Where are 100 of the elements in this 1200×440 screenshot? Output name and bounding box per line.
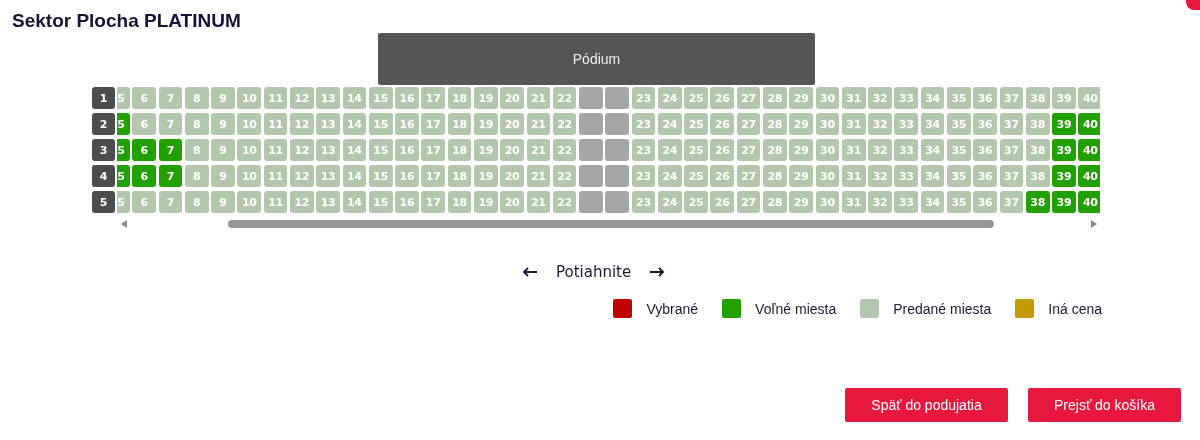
seat: 25: [684, 87, 708, 109]
seat: 20: [500, 87, 524, 109]
stage-podium: Pódium: [378, 33, 815, 85]
seat: 30: [815, 113, 840, 135]
seat: 32: [868, 165, 892, 187]
aisle-block: [579, 191, 603, 213]
seat[interactable]: 40: [1078, 139, 1100, 161]
scrollbar-thumb[interactable]: [228, 220, 994, 228]
seat: 25: [684, 113, 708, 135]
seat: 22: [552, 139, 577, 161]
seat: 37: [999, 113, 1024, 135]
seat: 8: [184, 165, 209, 187]
seat: 32: [868, 139, 892, 161]
seat: 28: [763, 113, 787, 135]
seat[interactable]: 40: [1078, 165, 1100, 187]
seat: 10: [237, 191, 262, 213]
seat: 17: [421, 165, 446, 187]
seat: 12: [289, 139, 314, 161]
seat: 25: [684, 139, 708, 161]
row-label: 1: [92, 87, 115, 109]
seat: 19: [473, 113, 498, 135]
seat: 35: [947, 113, 971, 135]
seat: 33: [894, 113, 919, 135]
seat: 20: [500, 191, 524, 213]
aisle-block: [579, 113, 603, 135]
seat: 27: [736, 113, 761, 135]
seat: 11: [263, 113, 288, 135]
seat: 26: [710, 87, 735, 109]
seat: 10: [237, 165, 262, 187]
seat: 24: [657, 191, 682, 213]
seat: 18: [447, 139, 472, 161]
seat: 5: [117, 87, 130, 109]
seat: 21: [526, 139, 551, 161]
row-label: 5: [92, 191, 115, 213]
seat: 11: [263, 165, 288, 187]
seat[interactable]: 40: [1078, 191, 1100, 213]
sector-title: Sektor Plocha PLATINUM: [12, 9, 241, 33]
seat: 33: [894, 139, 919, 161]
seat: 25: [684, 191, 708, 213]
seat[interactable]: 40: [1078, 113, 1100, 135]
seat: 9: [211, 191, 235, 213]
seat: 14: [342, 191, 367, 213]
scroll-left-icon[interactable]: [121, 220, 127, 228]
seat: 11: [263, 87, 288, 109]
seat: 17: [421, 87, 446, 109]
aisle-block: [579, 87, 603, 109]
seat: 21: [526, 191, 551, 213]
seat: 9: [211, 87, 235, 109]
seat: 14: [342, 113, 367, 135]
seat[interactable]: 6: [132, 165, 156, 187]
seat[interactable]: 6: [132, 139, 156, 161]
seat: 10: [237, 139, 262, 161]
arrow-right-icon[interactable]: [649, 267, 666, 277]
seat: 23: [631, 165, 656, 187]
seat: 31: [841, 87, 866, 109]
seat: 30: [815, 139, 840, 161]
seat: 26: [710, 165, 735, 187]
action-button[interactable]: Prejsť do košíka: [1028, 388, 1181, 422]
seat: 22: [552, 87, 577, 109]
seat: 28: [763, 139, 787, 161]
seat: 13: [316, 113, 340, 135]
seat: 34: [920, 113, 945, 135]
seat: 38: [1025, 113, 1050, 135]
action-button[interactable]: Späť do podujatia: [845, 388, 1008, 422]
seat[interactable]: 39: [1052, 113, 1076, 135]
seat: 11: [263, 139, 288, 161]
seat: 36: [973, 113, 997, 135]
seat: 22: [552, 165, 577, 187]
seat[interactable]: 5: [117, 113, 130, 135]
seat[interactable]: 38: [1025, 191, 1050, 213]
seat: 7: [158, 87, 183, 109]
seat[interactable]: 39: [1052, 191, 1076, 213]
seat: 6: [132, 191, 156, 213]
seat: 12: [289, 191, 314, 213]
legend-label: Voľné miesta: [755, 300, 837, 317]
seat: 31: [841, 113, 866, 135]
seat[interactable]: 5: [117, 165, 130, 187]
scroll-right-icon[interactable]: [1091, 220, 1097, 228]
seat: 25: [684, 165, 708, 187]
seat[interactable]: 7: [158, 165, 183, 187]
seat[interactable]: 39: [1052, 139, 1076, 161]
seat: 10: [237, 87, 262, 109]
seat: 30: [815, 87, 840, 109]
seat: 30: [815, 191, 840, 213]
seat: 28: [763, 87, 787, 109]
seat: 15: [368, 191, 393, 213]
seat[interactable]: 7: [158, 139, 183, 161]
seat: 35: [947, 87, 971, 109]
seat: 27: [736, 87, 761, 109]
seat: 13: [316, 191, 340, 213]
seat: 16: [395, 139, 419, 161]
row-label: 2: [92, 113, 115, 135]
seat[interactable]: 39: [1052, 165, 1076, 187]
seat: 29: [789, 191, 813, 213]
seat: 8: [184, 191, 209, 213]
seat[interactable]: 5: [117, 139, 130, 161]
seat: 14: [342, 87, 367, 109]
seat: 14: [342, 139, 367, 161]
legend-label: Predané miesta: [893, 300, 992, 317]
arrow-left-icon[interactable]: [522, 267, 538, 277]
